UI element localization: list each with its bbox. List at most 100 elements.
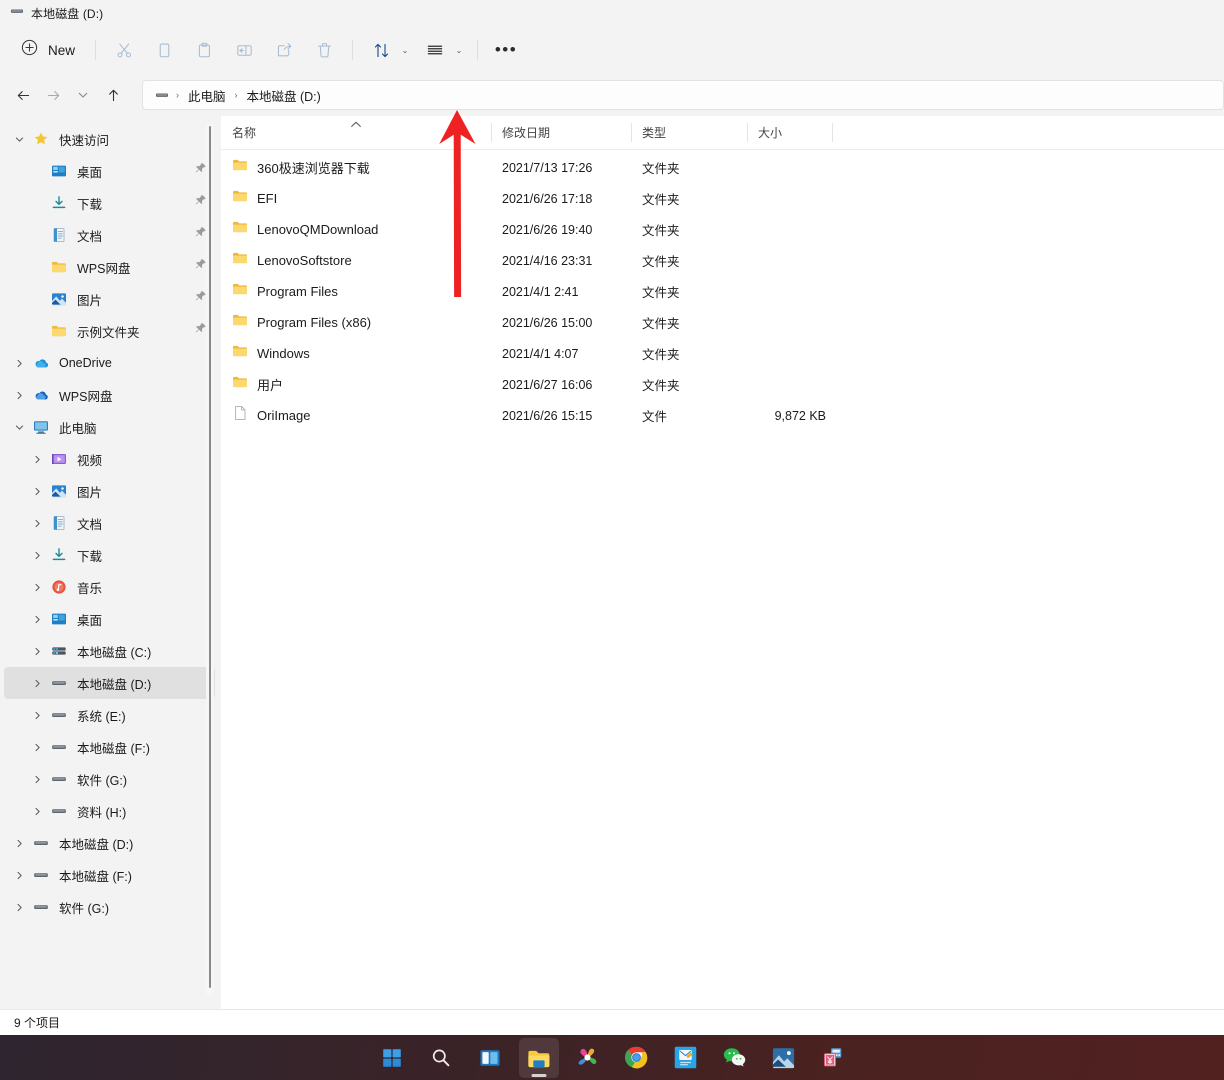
copy-button[interactable] bbox=[144, 34, 184, 66]
file-type-cell: 文件夹 bbox=[631, 158, 747, 177]
taskbar-start-button[interactable] bbox=[372, 1038, 412, 1078]
see-more-button[interactable]: ••• bbox=[486, 34, 526, 66]
ellipsis-icon: ••• bbox=[495, 40, 517, 60]
sort-chevron-down-icon[interactable]: ⌄ bbox=[397, 46, 413, 55]
rename-button[interactable] bbox=[224, 34, 264, 66]
column-header-size[interactable]: 大小 bbox=[747, 116, 833, 149]
file-date-cell: 2021/7/13 17:26 bbox=[491, 161, 631, 175]
sidebar-item-3[interactable]: 文档 bbox=[4, 219, 215, 251]
file-row[interactable]: Program Files (x86)2021/6/26 15:00文件夹 bbox=[221, 307, 1224, 338]
file-name-label: Windows bbox=[257, 346, 310, 361]
taskbar-accounting-button[interactable] bbox=[813, 1038, 853, 1078]
new-button[interactable]: New bbox=[14, 34, 87, 66]
column-header-name[interactable]: 名称 bbox=[221, 116, 491, 149]
sidebar-item-19[interactable]: 本地磁盘 (F:) bbox=[4, 731, 215, 763]
chevron-right-icon[interactable] bbox=[26, 646, 48, 657]
chevron-right-icon[interactable] bbox=[26, 774, 48, 785]
file-row[interactable]: 360极速浏览器下载2021/7/13 17:26文件夹 bbox=[221, 152, 1224, 183]
file-row[interactable]: 用户2021/6/27 16:06文件夹 bbox=[221, 369, 1224, 400]
column-header-type[interactable]: 类型 bbox=[631, 116, 747, 149]
chevron-right-icon[interactable] bbox=[8, 390, 30, 401]
chevron-right-icon[interactable] bbox=[26, 806, 48, 817]
sidebar-item-13[interactable]: 下载 bbox=[4, 539, 215, 571]
chevron-right-icon[interactable] bbox=[26, 454, 48, 465]
taskbar-wechat-button[interactable] bbox=[715, 1038, 755, 1078]
sidebar-item-23[interactable]: 本地磁盘 (F:) bbox=[4, 859, 215, 891]
wps-cloud-icon bbox=[30, 387, 52, 403]
chevron-right-icon[interactable] bbox=[26, 742, 48, 753]
taskbar-chrome-button[interactable] bbox=[617, 1038, 657, 1078]
sidebar-item-11[interactable]: 图片 bbox=[4, 475, 215, 507]
chevron-right-icon[interactable] bbox=[8, 358, 30, 369]
address-bar[interactable]: › 此电脑 › 本地磁盘 (D:) bbox=[142, 80, 1224, 110]
forward-button[interactable] bbox=[38, 80, 68, 110]
chevron-right-icon[interactable] bbox=[26, 486, 48, 497]
taskbar-mail-app-button[interactable] bbox=[666, 1038, 706, 1078]
column-header-date[interactable]: 修改日期 bbox=[491, 116, 631, 149]
view-chevron-down-icon[interactable]: ⌄ bbox=[451, 46, 467, 55]
chevron-right-icon[interactable] bbox=[26, 614, 48, 625]
file-list-pane: 名称 修改日期 类型 大小 360极速浏览器下载2021/7/13 17:26文… bbox=[221, 116, 1224, 1009]
taskbar-photos-button[interactable] bbox=[764, 1038, 804, 1078]
view-button[interactable] bbox=[415, 34, 455, 66]
drive-icon bbox=[48, 675, 70, 691]
sidebar-item-15[interactable]: 桌面 bbox=[4, 603, 215, 635]
recent-locations-button[interactable] bbox=[68, 80, 98, 110]
sidebar-item-14[interactable]: 音乐 bbox=[4, 571, 215, 603]
breadcrumb-item-this-pc[interactable]: 此电脑 bbox=[183, 83, 231, 108]
sidebar-item-21[interactable]: 资料 (H:) bbox=[4, 795, 215, 827]
sidebar-scrollbar-thumb[interactable] bbox=[209, 126, 211, 988]
chevron-right-icon[interactable] bbox=[8, 870, 30, 881]
taskbar-task-view-button[interactable] bbox=[470, 1038, 510, 1078]
chevron-right-icon[interactable] bbox=[26, 582, 48, 593]
cut-button[interactable] bbox=[104, 34, 144, 66]
sidebar-item-17[interactable]: 本地磁盘 (D:) bbox=[4, 667, 215, 699]
file-row[interactable]: Windows2021/4/1 4:07文件夹 bbox=[221, 338, 1224, 369]
share-button[interactable] bbox=[264, 34, 304, 66]
file-row[interactable]: LenovoQMDownload2021/6/26 19:40文件夹 bbox=[221, 214, 1224, 245]
sidebar-item-8[interactable]: WPS网盘 bbox=[4, 379, 215, 411]
sidebar-item-0[interactable]: 快速访问 bbox=[4, 123, 215, 155]
toolbar-divider-3 bbox=[477, 40, 478, 60]
system-drive-icon bbox=[48, 643, 70, 659]
chevron-right-icon[interactable] bbox=[26, 710, 48, 721]
sidebar-item-22[interactable]: 本地磁盘 (D:) bbox=[4, 827, 215, 859]
up-button[interactable] bbox=[98, 80, 128, 110]
file-row[interactable]: EFI2021/6/26 17:18文件夹 bbox=[221, 183, 1224, 214]
sidebar-item-6[interactable]: 示例文件夹 bbox=[4, 315, 215, 347]
sidebar-item-5[interactable]: 图片 bbox=[4, 283, 215, 315]
back-button[interactable] bbox=[8, 80, 38, 110]
new-button-label: New bbox=[48, 43, 75, 58]
sidebar-item-18[interactable]: 系统 (E:) bbox=[4, 699, 215, 731]
sidebar-item-1[interactable]: 桌面 bbox=[4, 155, 215, 187]
chevron-down-icon[interactable] bbox=[8, 134, 30, 145]
breadcrumb-item-drive-d[interactable]: 本地磁盘 (D:) bbox=[242, 83, 326, 108]
chevron-down-icon[interactable] bbox=[8, 422, 30, 433]
file-row[interactable]: Program Files2021/4/1 2:41文件夹 bbox=[221, 276, 1224, 307]
sidebar-item-12[interactable]: 文档 bbox=[4, 507, 215, 539]
delete-button[interactable] bbox=[304, 34, 344, 66]
taskbar-search-button[interactable] bbox=[421, 1038, 461, 1078]
sidebar-item-9[interactable]: 此电脑 bbox=[4, 411, 215, 443]
taskbar-file-explorer-button[interactable] bbox=[519, 1038, 559, 1078]
chevron-right-icon[interactable] bbox=[8, 838, 30, 849]
chevron-right-icon[interactable] bbox=[26, 678, 48, 689]
sidebar-item-20[interactable]: 软件 (G:) bbox=[4, 763, 215, 795]
file-row[interactable]: LenovoSoftstore2021/4/16 23:31文件夹 bbox=[221, 245, 1224, 276]
sidebar-item-4[interactable]: WPS网盘 bbox=[4, 251, 215, 283]
chevron-right-icon[interactable] bbox=[26, 550, 48, 561]
sidebar-item-10[interactable]: 视频 bbox=[4, 443, 215, 475]
paste-button[interactable] bbox=[184, 34, 224, 66]
sidebar-scrollbar[interactable] bbox=[206, 124, 214, 995]
file-row[interactable]: OriImage2021/6/26 15:15文件9,872 KB bbox=[221, 400, 1224, 431]
sidebar-item-2[interactable]: 下载 bbox=[4, 187, 215, 219]
sidebar-item-label: 视频 bbox=[77, 450, 102, 469]
sidebar-item-16[interactable]: 本地磁盘 (C:) bbox=[4, 635, 215, 667]
sidebar-item-7[interactable]: OneDrive bbox=[4, 347, 215, 379]
sidebar-item-24[interactable]: 软件 (G:) bbox=[4, 891, 215, 923]
chevron-right-icon[interactable] bbox=[26, 518, 48, 529]
sort-button[interactable] bbox=[361, 34, 401, 66]
chevron-right-icon[interactable] bbox=[8, 902, 30, 913]
taskbar-360-browser-button[interactable] bbox=[568, 1038, 608, 1078]
downloads-icon bbox=[48, 547, 70, 563]
